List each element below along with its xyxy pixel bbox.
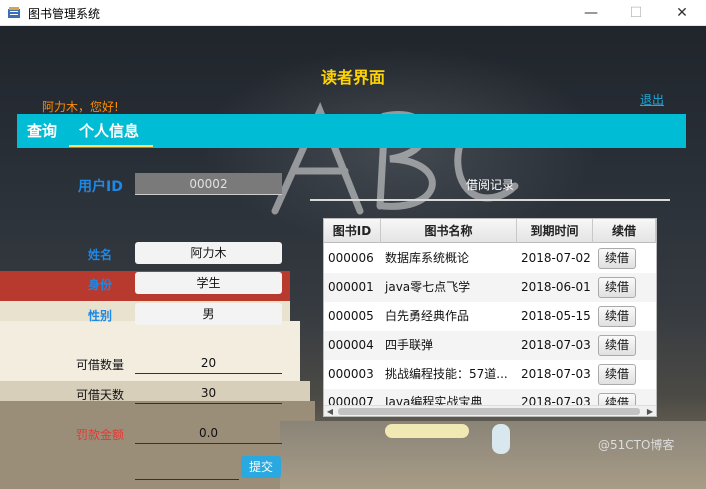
cell-book-id: 000003 bbox=[328, 367, 374, 381]
table-row[interactable]: 000001 java零七点飞学 2018-06-01 续借 bbox=[324, 273, 656, 302]
logout-link[interactable]: 退出 bbox=[640, 91, 664, 108]
divider bbox=[135, 479, 239, 480]
borrow-limit-field[interactable]: 20 bbox=[135, 352, 282, 374]
app-icon bbox=[8, 7, 20, 18]
renew-button[interactable]: 续借 bbox=[598, 364, 636, 385]
column-header-book-id[interactable]: 图书ID bbox=[324, 219, 381, 243]
table-row[interactable]: 000004 四手联弹 2018-07-03 续借 bbox=[324, 331, 656, 360]
cell-book-name: 四手联弹 bbox=[385, 338, 434, 352]
cell-book-id: 000006 bbox=[328, 251, 374, 265]
table-header: 图书ID 图书名称 到期时间 续借 bbox=[324, 219, 656, 243]
fine-label: 罚款金额 bbox=[76, 428, 125, 442]
menu-item-query[interactable]: 查询 bbox=[27, 120, 57, 141]
cell-due-date: 2018-07-03 bbox=[521, 395, 591, 405]
user-id-label: 用户ID bbox=[78, 179, 123, 195]
books-background bbox=[0, 271, 315, 489]
records-title: 借阅记录 bbox=[465, 178, 514, 192]
watermark: @51CTO博客 bbox=[598, 438, 675, 452]
minimize-button[interactable]: — bbox=[568, 0, 614, 26]
menu-item-profile[interactable]: 个人信息 bbox=[79, 120, 139, 141]
cell-book-name: Java编程实战宝典 bbox=[385, 395, 483, 405]
cell-due-date: 2018-05-15 bbox=[521, 309, 591, 323]
scroll-right-icon[interactable]: ▶ bbox=[644, 406, 656, 416]
active-menu-indicator bbox=[69, 145, 153, 147]
cell-due-date: 2018-06-01 bbox=[521, 280, 591, 294]
identity-field[interactable]: 学生 bbox=[135, 272, 282, 294]
borrow-days-label: 可借天数 bbox=[76, 388, 125, 402]
maximize-button[interactable]: ☐ bbox=[613, 0, 659, 26]
cell-renew: 续借 bbox=[593, 360, 656, 389]
cell-book-id: 000007 bbox=[328, 395, 374, 405]
greeting-text: 阿力木，您好! bbox=[42, 100, 119, 114]
cell-renew: 续借 bbox=[593, 302, 656, 331]
renew-button[interactable]: 续借 bbox=[598, 335, 636, 356]
records-divider bbox=[310, 199, 670, 201]
column-header-renew[interactable]: 续借 bbox=[593, 219, 656, 243]
cell-renew: 续借 bbox=[593, 389, 656, 405]
table-row[interactable]: 000006 数据库系统概论 2018-07-02 续借 bbox=[324, 244, 656, 273]
cell-book-id: 000001 bbox=[328, 280, 374, 294]
chalk-stick bbox=[385, 424, 469, 438]
fine-field[interactable]: 0.0 bbox=[135, 422, 282, 444]
cell-book-id: 000004 bbox=[328, 338, 374, 352]
cell-book-name: 数据库系统概论 bbox=[385, 251, 470, 265]
cell-renew: 续借 bbox=[593, 331, 656, 360]
cell-book-id: 000005 bbox=[328, 309, 374, 323]
gender-field[interactable]: 男 bbox=[135, 303, 282, 325]
column-header-book-name[interactable]: 图书名称 bbox=[381, 219, 517, 243]
scrollbar-thumb[interactable] bbox=[338, 408, 640, 415]
chalk-stick bbox=[492, 424, 510, 454]
close-button[interactable]: ✕ bbox=[659, 0, 705, 26]
name-label: 姓名 bbox=[88, 248, 113, 262]
renew-button[interactable]: 续借 bbox=[598, 248, 636, 269]
identity-label: 身份 bbox=[88, 278, 113, 292]
window-titlebar: 图书管理系统 — ☐ ✕ bbox=[0, 0, 706, 26]
cell-due-date: 2018-07-02 bbox=[521, 251, 591, 265]
cell-renew: 续借 bbox=[593, 273, 656, 302]
table-row[interactable]: 000003 挑战编程技能：57道... 2018-07-03 续借 bbox=[324, 360, 656, 389]
table-row[interactable]: 000007 Java编程实战宝典 2018-07-03 续借 bbox=[324, 389, 656, 405]
window-title: 图书管理系统 bbox=[28, 7, 101, 21]
cell-book-name: java零七点飞学 bbox=[385, 280, 471, 294]
reader-page: 读者界面 阿力木，您好! 退出 查询 个人信息 用户ID 00002 姓名 阿力… bbox=[0, 26, 706, 489]
cell-book-name: 挑战编程技能：57道... bbox=[385, 367, 508, 381]
cell-book-name: 白先勇经典作品 bbox=[385, 309, 470, 323]
scroll-left-icon[interactable]: ◀ bbox=[324, 406, 336, 416]
borrow-limit-label: 可借数量 bbox=[76, 358, 125, 372]
records-table: 图书ID 图书名称 到期时间 续借 000006 数据库系统概论 2018-07… bbox=[323, 218, 657, 417]
submit-button[interactable]: 提交 bbox=[241, 456, 281, 478]
cell-renew: 续借 bbox=[593, 244, 656, 273]
cell-due-date: 2018-07-03 bbox=[521, 367, 591, 381]
gender-label: 性别 bbox=[88, 309, 113, 323]
menu-bar: 查询 个人信息 bbox=[17, 114, 686, 148]
borrow-days-field[interactable]: 30 bbox=[135, 382, 282, 404]
renew-button[interactable]: 续借 bbox=[598, 306, 636, 327]
cell-due-date: 2018-07-03 bbox=[521, 338, 591, 352]
horizontal-scrollbar[interactable]: ◀ ▶ bbox=[324, 405, 656, 416]
renew-button[interactable]: 续借 bbox=[598, 277, 636, 298]
column-header-due-date[interactable]: 到期时间 bbox=[517, 219, 593, 243]
user-id-field: 00002 bbox=[135, 173, 282, 195]
table-row[interactable]: 000005 白先勇经典作品 2018-05-15 续借 bbox=[324, 302, 656, 331]
name-field[interactable]: 阿力木 bbox=[135, 242, 282, 264]
page-heading: 读者界面 bbox=[320, 68, 385, 87]
renew-button[interactable]: 续借 bbox=[598, 393, 636, 405]
